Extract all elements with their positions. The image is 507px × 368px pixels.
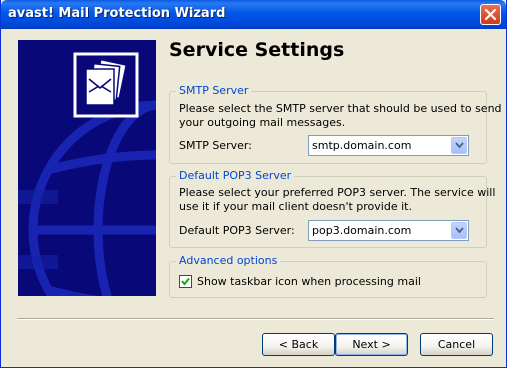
footer-divider	[17, 318, 494, 320]
smtp-description-line1: Please select the SMTP server that shoul…	[179, 102, 502, 115]
smtp-group-legend: SMTP Server	[176, 84, 252, 97]
wizard-side-banner	[18, 40, 156, 296]
taskbar-icon-checkbox[interactable]	[179, 275, 192, 288]
pop3-group-legend: Default POP3 Server	[176, 169, 295, 182]
pop3-dropdown-button[interactable]	[451, 222, 467, 239]
pop3-group: Default POP3 Server Please select your p…	[169, 169, 495, 248]
smtp-dropdown-button[interactable]	[451, 137, 467, 154]
pop3-description-line1: Please select your preferred POP3 server…	[179, 186, 496, 199]
advanced-options-legend: Advanced options	[176, 254, 281, 267]
smtp-server-select[interactable]: smtp.domain.com	[308, 135, 469, 156]
chevron-down-icon	[455, 227, 464, 234]
advanced-options-group: Advanced options Show taskbar icon when …	[169, 254, 487, 298]
smtp-group: SMTP Server Please select the SMTP serve…	[169, 84, 502, 164]
smtp-server-label: SMTP Server:	[179, 139, 252, 152]
check-icon	[181, 277, 190, 286]
wizard-window: avast! Mail Protection Wizard Service Se…	[0, 0, 507, 368]
pop3-description-line2: use it if your mail client doesn't provi…	[179, 200, 412, 213]
close-icon	[484, 8, 497, 21]
smtp-description-line2: your outgoing mail messages.	[179, 116, 346, 129]
page-title: Service Settings	[169, 39, 345, 61]
mail-stack-icon	[73, 52, 139, 118]
pop3-server-label: Default POP3 Server:	[179, 224, 295, 237]
next-button[interactable]: Next >	[335, 333, 408, 356]
close-button[interactable]	[480, 4, 501, 25]
chevron-down-icon	[455, 142, 464, 149]
window-title: avast! Mail Protection Wizard	[8, 6, 226, 21]
back-button[interactable]: < Back	[262, 333, 335, 356]
title-bar[interactable]: avast! Mail Protection Wizard	[1, 0, 506, 29]
smtp-server-value: smtp.domain.com	[312, 139, 412, 152]
cancel-button[interactable]: Cancel	[420, 333, 493, 356]
pop3-server-value: pop3.domain.com	[312, 224, 412, 237]
pop3-server-select[interactable]: pop3.domain.com	[308, 220, 469, 241]
taskbar-icon-checkbox-label[interactable]: Show taskbar icon when processing mail	[197, 275, 421, 288]
